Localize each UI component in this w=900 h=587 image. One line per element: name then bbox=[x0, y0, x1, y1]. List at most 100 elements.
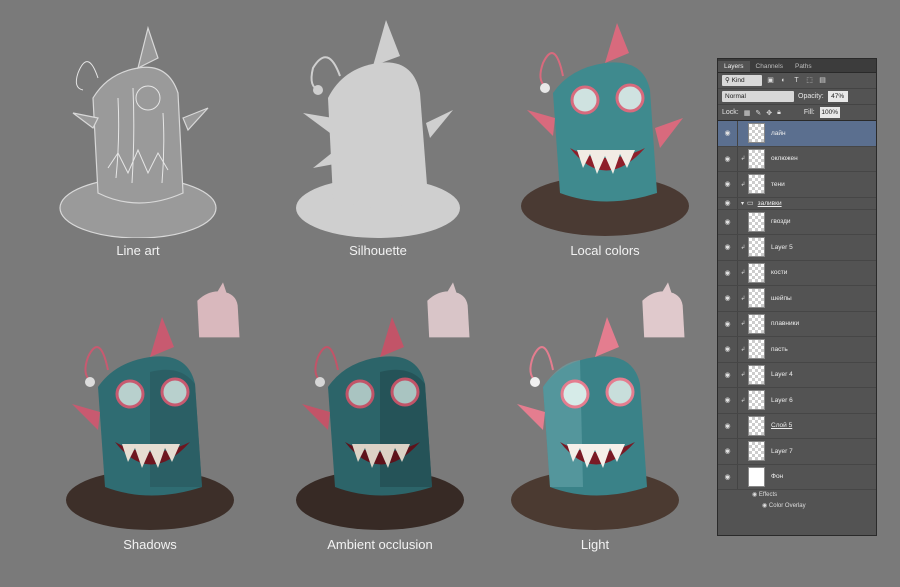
caption-shadows: Shadows bbox=[123, 537, 177, 552]
layer-name: Слой 5 bbox=[771, 422, 793, 430]
lock-transparency-icon[interactable]: ▦ bbox=[744, 109, 751, 117]
visibility-eye-icon[interactable]: ◉ bbox=[718, 286, 738, 311]
visibility-eye-icon[interactable]: ◉ bbox=[718, 197, 738, 209]
clip-arrow-icon: ↲ bbox=[740, 181, 746, 188]
fill-field[interactable]: 100% bbox=[819, 107, 840, 118]
layer-name: Layer 7 bbox=[771, 447, 793, 455]
visibility-eye-icon[interactable]: ◉ bbox=[718, 464, 738, 489]
visibility-eye-icon[interactable]: ◉ bbox=[718, 235, 738, 260]
caption-line-art: Line art bbox=[116, 243, 160, 258]
layer-thumbnail bbox=[748, 313, 765, 334]
visibility-eye-icon[interactable]: ◉ bbox=[718, 121, 738, 146]
lock-all-icon[interactable]: 🔒︎ bbox=[777, 109, 781, 117]
filter-kind-dropdown[interactable]: ⚲ Kind bbox=[722, 75, 762, 86]
caption-ambient-occlusion: Ambient occlusion bbox=[327, 537, 433, 552]
blend-mode-dropdown[interactable]: Normal bbox=[722, 91, 794, 102]
layer-row[interactable]: ◉ ↲ пасть bbox=[718, 337, 876, 363]
visibility-eye-icon[interactable]: ◉ bbox=[718, 413, 738, 438]
layer-row[interactable]: ◉ ↲ Layer 5 bbox=[718, 235, 876, 261]
layer-row[interactable]: ◉ Фон bbox=[718, 464, 876, 490]
layer-name: шейпы bbox=[771, 294, 792, 302]
layer-row[interactable]: ◉ ↲ шейпы bbox=[718, 286, 876, 312]
visibility-eye-icon[interactable]: ◉ bbox=[718, 439, 738, 464]
effects-eye-icon[interactable]: ◉ bbox=[752, 492, 759, 498]
layer-name: лайн bbox=[771, 129, 786, 137]
tab-paths[interactable]: Paths bbox=[789, 61, 818, 72]
color-overlay-eye-icon[interactable]: ◉ bbox=[762, 503, 769, 509]
visibility-eye-icon[interactable]: ◉ bbox=[718, 362, 738, 387]
clip-arrow-icon: ↲ bbox=[740, 346, 746, 353]
smart-object-filter-icon[interactable]: ▤ bbox=[818, 76, 827, 85]
stage-line-art: Line art bbox=[38, 18, 238, 258]
color-overlay-row[interactable]: ◉ Color Overlay bbox=[718, 501, 876, 512]
layer-thumbnail bbox=[748, 148, 765, 169]
visibility-eye-icon[interactable]: ◉ bbox=[718, 260, 738, 285]
caption-local-colors: Local colors bbox=[570, 243, 640, 258]
visibility-eye-icon[interactable]: ◉ bbox=[718, 209, 738, 234]
layers-panel: Layers Channels Paths ⚲ Kind ▣ ◐ T ⬚ ▤ N… bbox=[717, 58, 877, 536]
silhouette-illustration bbox=[296, 20, 460, 238]
lock-brush-icon[interactable]: ✎ bbox=[755, 109, 761, 117]
group-expand-arrow-icon[interactable]: ▾ bbox=[738, 200, 747, 207]
filter-row: ⚲ Kind ▣ ◐ T ⬚ ▤ bbox=[718, 73, 876, 89]
layer-thumbnail bbox=[748, 174, 765, 195]
tab-layers[interactable]: Layers bbox=[718, 61, 750, 72]
layer-row[interactable]: ◉ гвозди bbox=[718, 209, 876, 235]
layer-row[interactable]: ◉ Слой 5 bbox=[718, 413, 876, 439]
layer-row[interactable]: ◉ лайн bbox=[718, 121, 876, 147]
effects-label: Effects bbox=[758, 492, 778, 498]
clip-arrow-icon: ↲ bbox=[740, 397, 746, 404]
layer-name: гвозди bbox=[771, 218, 791, 226]
layer-row[interactable]: ◉ Layer 7 bbox=[718, 439, 876, 465]
layer-thumbnail bbox=[748, 339, 765, 360]
stage-local-colors: Local colors bbox=[505, 18, 705, 258]
opacity-field[interactable]: 47% bbox=[827, 91, 848, 102]
layer-thumbnail bbox=[748, 415, 765, 436]
adjustment-filter-icon[interactable]: ◐ bbox=[779, 76, 788, 85]
layer-thumbnail bbox=[748, 364, 765, 385]
layer-row[interactable]: ◉ ↲ тени bbox=[718, 172, 876, 198]
opacity-label: Opacity: bbox=[798, 93, 824, 100]
light-mask-thumbnail bbox=[642, 282, 685, 338]
layer-group-row[interactable]: ◉ ▾ ▭ заливки bbox=[718, 197, 876, 210]
clip-arrow-icon: ↲ bbox=[740, 372, 746, 379]
layer-name: пасть bbox=[771, 345, 788, 353]
clip-arrow-icon: ↲ bbox=[740, 270, 746, 277]
visibility-eye-icon[interactable]: ◉ bbox=[718, 146, 738, 171]
layer-thumbnail bbox=[748, 466, 765, 487]
layer-row[interactable]: ◉ ↲ кости bbox=[718, 260, 876, 286]
stage-ambient-occlusion: Ambient occlusion bbox=[280, 282, 480, 552]
search-icon: ⚲ bbox=[725, 77, 732, 84]
visibility-eye-icon[interactable]: ◉ bbox=[718, 311, 738, 336]
layer-thumbnail bbox=[748, 237, 765, 258]
tab-channels[interactable]: Channels bbox=[750, 61, 789, 72]
clip-arrow-icon: ↲ bbox=[740, 321, 746, 328]
visibility-eye-icon[interactable]: ◉ bbox=[718, 172, 738, 197]
lock-move-icon[interactable]: ✥ bbox=[766, 109, 772, 117]
layer-thumbnail bbox=[748, 441, 765, 462]
layer-thumbnail bbox=[748, 288, 765, 309]
effects-row[interactable]: ◉ Effects bbox=[718, 490, 876, 501]
panel-tabs: Layers Channels Paths bbox=[718, 59, 876, 73]
layer-row[interactable]: ◉ ↲ Layer 4 bbox=[718, 362, 876, 388]
layer-name: Layer 6 bbox=[771, 396, 793, 404]
layer-row[interactable]: ◉ ↲ оклюжен bbox=[718, 146, 876, 172]
image-filter-icon[interactable]: ▣ bbox=[766, 76, 775, 85]
layer-row[interactable]: ◉ ↲ Layer 6 bbox=[718, 388, 876, 414]
layer-name: кости bbox=[771, 269, 788, 277]
visibility-eye-icon[interactable]: ◉ bbox=[718, 388, 738, 413]
clip-arrow-icon: ↲ bbox=[740, 156, 746, 163]
visibility-eye-icon[interactable]: ◉ bbox=[718, 337, 738, 362]
layer-name: тени bbox=[771, 180, 785, 188]
local-colors-illustration bbox=[521, 23, 689, 236]
caption-light: Light bbox=[580, 537, 610, 552]
color-overlay-label: Color Overlay bbox=[768, 503, 806, 509]
blend-row: Normal Opacity: 47% bbox=[718, 89, 876, 105]
layer-name: плавники bbox=[771, 320, 800, 328]
shape-filter-icon[interactable]: ⬚ bbox=[805, 76, 814, 85]
type-filter-icon[interactable]: T bbox=[792, 76, 801, 85]
lock-label: Lock: bbox=[722, 109, 739, 116]
clip-arrow-icon: ↲ bbox=[740, 244, 746, 251]
layer-row[interactable]: ◉ ↲ плавники bbox=[718, 311, 876, 337]
stage-light: Light bbox=[495, 282, 695, 552]
